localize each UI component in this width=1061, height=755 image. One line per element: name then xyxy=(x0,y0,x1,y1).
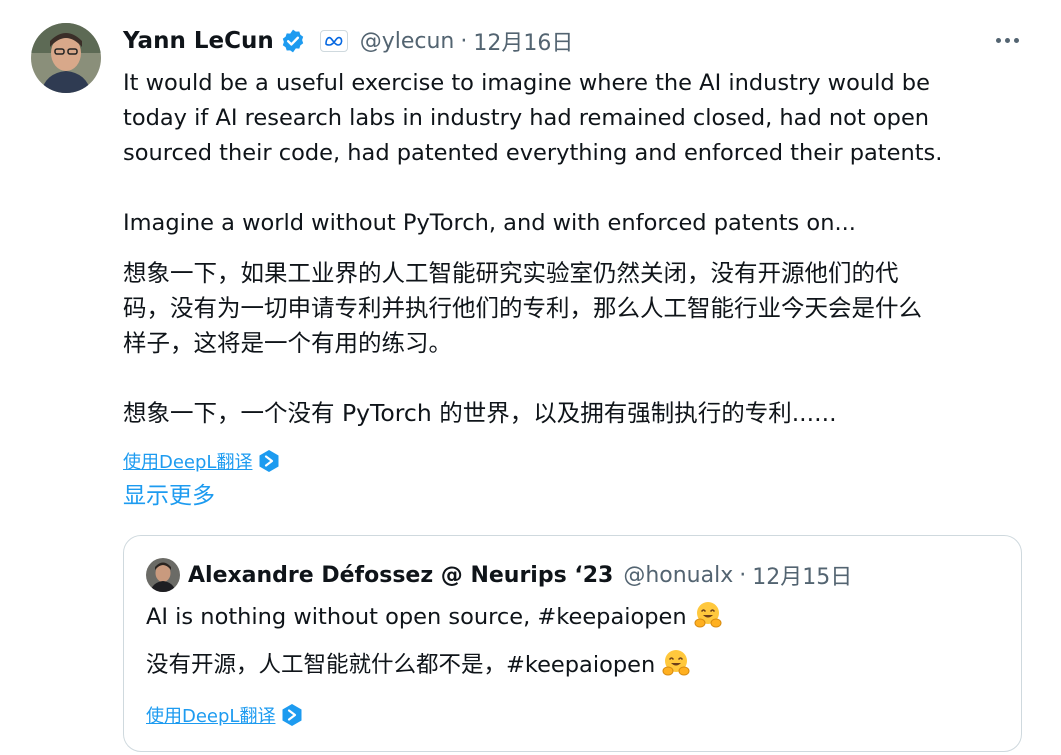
author-handle[interactable]: @ylecun xyxy=(360,29,455,54)
avatar[interactable] xyxy=(31,23,101,93)
tweet-text-zh: 想象一下，如果工业界的人工智能研究实验室仍然关闭，没有开源他们的代 码，没有为一… xyxy=(123,256,1023,361)
tweet: Yann LeCun @ylecun · 12月16日 It would be … xyxy=(0,0,1061,755)
tweet-date[interactable]: 12月16日 xyxy=(473,25,573,57)
quoted-avatar[interactable] xyxy=(146,558,180,592)
show-more-link[interactable]: 显示更多 xyxy=(123,480,215,512)
quoted-text-en-label: AI is nothing without open source, #keep… xyxy=(146,604,687,630)
separator-dot: · xyxy=(739,562,747,588)
translate-label[interactable]: 使用DeepL翻译 xyxy=(123,448,252,474)
deepl-icon[interactable] xyxy=(281,703,303,727)
quoted-tweet[interactable]: Alexandre Défossez @ Neurips ‘23 @honual… xyxy=(123,535,1022,752)
separator-dot: · xyxy=(460,28,468,54)
tweet-text-zh-2: 想象一下，一个没有 PyTorch 的世界，以及拥有强制执行的专利...... xyxy=(123,396,1023,431)
quoted-header: Alexandre Défossez @ Neurips ‘23 @honual… xyxy=(188,558,852,592)
author-name[interactable]: Yann LeCun xyxy=(123,28,274,54)
quoted-author-handle[interactable]: @honualx xyxy=(623,563,733,588)
tweet-text-en-2: Imagine a world without PyTorch, and wit… xyxy=(123,206,1023,241)
quoted-text-zh-label: 没有开源，人工智能就什么都不是，#keepaiopen xyxy=(146,652,656,678)
tweet-text-en: It would be a useful exercise to imagine… xyxy=(123,66,1023,171)
tweet-text-line: sourced their code, had patented everyth… xyxy=(123,140,943,166)
quoted-text-zh: 没有开源，人工智能就什么都不是，#keepaiopen xyxy=(146,648,691,682)
more-options-icon[interactable] xyxy=(990,28,1024,52)
hugging-face-emoji-icon xyxy=(693,600,723,630)
deepl-icon[interactable] xyxy=(258,449,280,473)
tweet-text-line: 想象一下，如果工业界的人工智能研究实验室仍然关闭，没有开源他们的代 xyxy=(123,259,899,287)
verified-badge-icon[interactable] xyxy=(280,28,306,54)
tweet-text-line: 样子，这将是一个有用的练习。 xyxy=(123,329,452,357)
tweet-text-line: 码，没有为一切申请专利并执行他们的专利，那么人工智能行业今天会是什么 xyxy=(123,294,922,322)
quoted-text-en: AI is nothing without open source, #keep… xyxy=(146,600,723,634)
meta-affiliate-icon[interactable] xyxy=(319,30,348,52)
quoted-author-name[interactable]: Alexandre Défossez @ Neurips ‘23 xyxy=(188,563,613,588)
tweet-header: Yann LeCun @ylecun · 12月16日 xyxy=(123,24,573,58)
tweet-text-line: Imagine a world without PyTorch, and wit… xyxy=(123,210,856,236)
quoted-translate-link[interactable]: 使用DeepL翻译 xyxy=(146,702,303,728)
translate-link[interactable]: 使用DeepL翻译 xyxy=(123,448,280,474)
translate-label[interactable]: 使用DeepL翻译 xyxy=(146,702,275,728)
tweet-text-line: 想象一下，一个没有 PyTorch 的世界，以及拥有强制执行的专利...... xyxy=(123,399,837,427)
quoted-date[interactable]: 12月15日 xyxy=(752,559,852,591)
tweet-text-line: It would be a useful exercise to imagine… xyxy=(123,70,930,96)
hugging-face-emoji-icon xyxy=(661,648,691,678)
tweet-text-line: today if AI research labs in industry ha… xyxy=(123,105,930,131)
